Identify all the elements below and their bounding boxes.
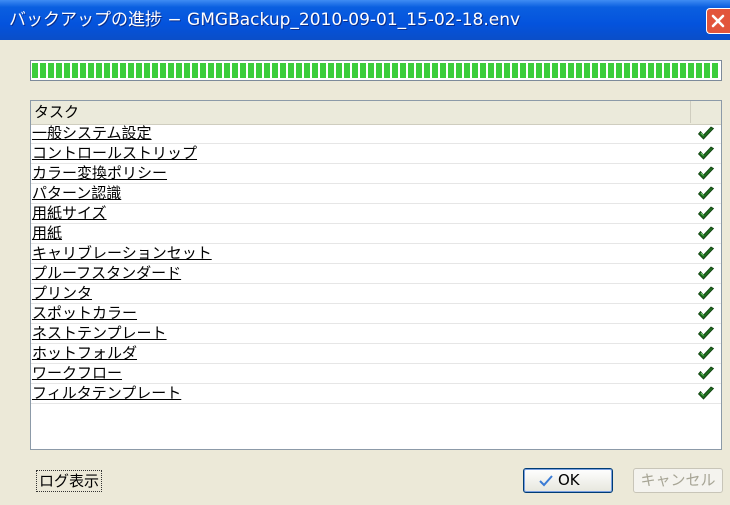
task-list: タスク 一般システム設定 コントロールストリップ カラー変換ポリシー パターン認識 用紙… [30, 100, 722, 450]
check-icon [697, 206, 715, 221]
task-label[interactable]: 用紙サイズ [32, 204, 107, 223]
window-title: バックアップの進捗 − GMGBackup_2010-09-01_15-02-1… [9, 10, 521, 30]
task-row[interactable]: パターン認識 [31, 184, 721, 204]
check-icon [697, 346, 715, 361]
check-icon [539, 475, 553, 487]
check-icon [697, 166, 715, 181]
task-label[interactable]: プリンタ [32, 284, 92, 303]
task-label[interactable]: パターン認識 [32, 184, 121, 203]
task-list-header: タスク [31, 101, 721, 125]
task-label[interactable]: キャリブレーションセット [32, 244, 212, 263]
column-header-task[interactable]: タスク [34, 101, 691, 123]
task-row[interactable]: ホットフォルダ [31, 344, 721, 364]
ok-button[interactable]: OK [523, 468, 613, 493]
task-row[interactable]: キャリブレーションセット [31, 244, 721, 264]
check-icon [697, 286, 715, 301]
task-label[interactable]: 用紙 [32, 224, 62, 243]
task-label[interactable]: ホットフォルダ [32, 344, 137, 363]
task-row[interactable]: 用紙サイズ [31, 204, 721, 224]
task-row[interactable]: 用紙 [31, 224, 721, 244]
task-label[interactable]: ワークフロー [32, 364, 122, 383]
backup-progress-dialog: バックアップの進捗 − GMGBackup_2010-09-01_15-02-1… [0, 0, 730, 505]
progress-fill [32, 63, 720, 78]
check-icon [697, 246, 715, 261]
check-icon [697, 326, 715, 341]
check-icon [697, 126, 715, 141]
task-row[interactable]: コントロールストリップ [31, 144, 721, 164]
task-row[interactable]: スポットカラー [31, 304, 721, 324]
task-label[interactable]: ネストテンプレート [32, 324, 167, 343]
log-display-button[interactable]: ログ表示 [36, 470, 103, 492]
check-icon [697, 386, 715, 401]
task-row[interactable]: カラー変換ポリシー [31, 164, 721, 184]
close-icon [711, 14, 725, 28]
title-bar: バックアップの進捗 − GMGBackup_2010-09-01_15-02-1… [0, 0, 730, 40]
cancel-button[interactable]: キャンセル [633, 468, 723, 493]
task-row[interactable]: ネストテンプレート [31, 324, 721, 344]
task-label[interactable]: コントロールストリップ [32, 144, 197, 163]
check-icon [697, 266, 715, 281]
task-label[interactable]: 一般システム設定 [32, 124, 152, 143]
progress-bar [30, 60, 722, 81]
close-button[interactable] [706, 8, 730, 34]
task-label[interactable]: カラー変換ポリシー [32, 164, 167, 183]
task-label[interactable]: プルーフスタンダード [32, 264, 181, 283]
check-icon [697, 186, 715, 201]
task-row[interactable]: プルーフスタンダード [31, 264, 721, 284]
column-header-status[interactable] [691, 101, 721, 123]
check-icon [697, 226, 715, 241]
task-row[interactable]: プリンタ [31, 284, 721, 304]
check-icon [697, 366, 715, 381]
task-row[interactable]: ワークフロー [31, 364, 721, 384]
task-label[interactable]: フィルタテンプレート [32, 384, 181, 403]
task-label[interactable]: スポットカラー [32, 304, 137, 323]
task-row[interactable]: フィルタテンプレート [31, 384, 721, 404]
task-row[interactable]: 一般システム設定 [31, 124, 721, 144]
ok-label: OK [558, 471, 580, 489]
check-icon [697, 306, 715, 321]
check-icon [697, 146, 715, 161]
